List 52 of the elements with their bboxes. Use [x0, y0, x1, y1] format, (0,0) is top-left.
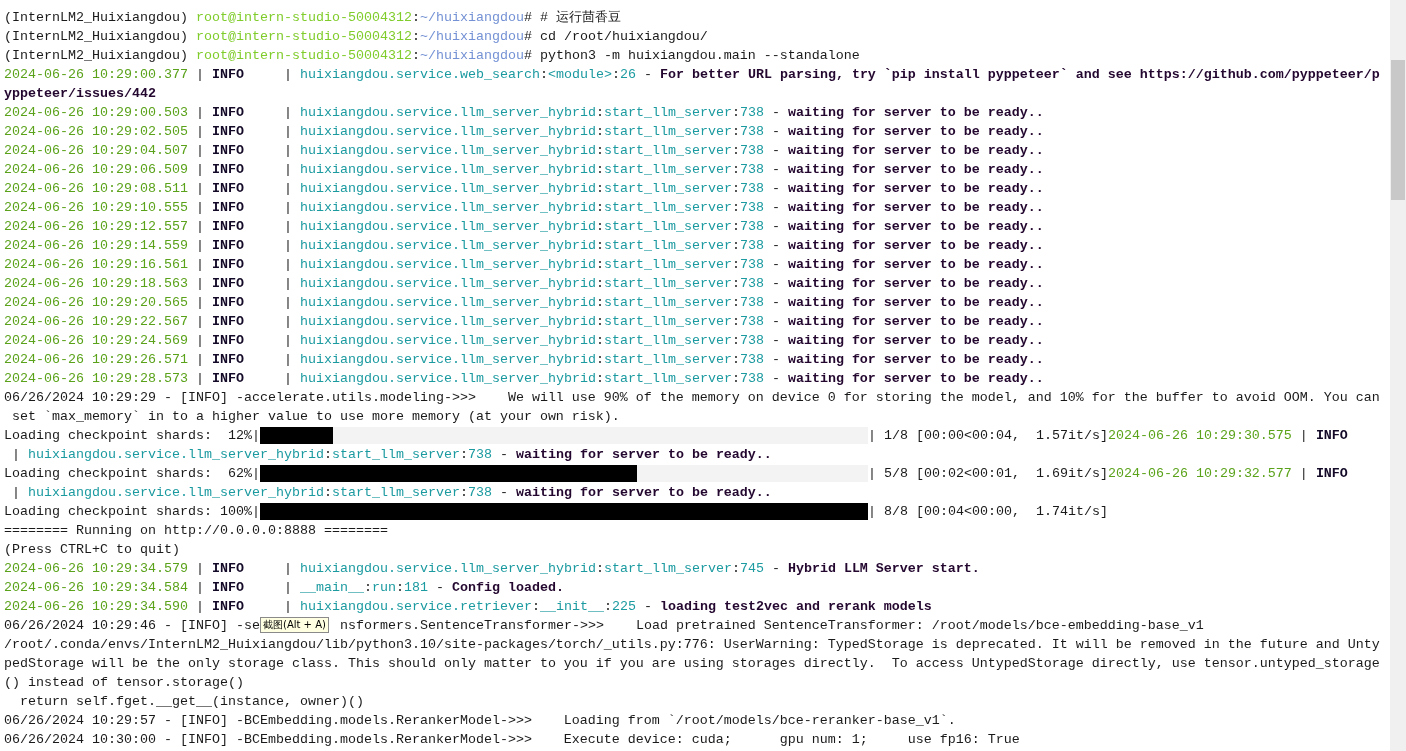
terminal-line: (InternLM2_Huixiangdou) root@intern-studio-50004312:~/huixiangdou# cd /root/huixiangdou/ [4, 28, 709, 46]
log-text: 2024-06-26 10:29:32.577 [1107, 465, 1292, 483]
terminal-line: 2024-06-26 10:29:02.505 | INFO | huixiangdou.service.llm_server_hybrid:start_llm_server:738 - waiting for server to be ready.. [4, 123, 1045, 141]
log-text: Loading checkpoint shards: 62%| [4, 465, 260, 483]
terminal-line: 2024-06-26 10:29:04.507 | INFO | huixiangdou.service.llm_server_hybrid:start_llm_server:738 - waiting for server to be ready.. [4, 142, 1045, 160]
terminal-line: return self.fget.__get__(instance, owner)() [19, 693, 365, 711]
terminal-line: yppeteer/issues/442 [4, 85, 157, 103]
terminal-line: 2024-06-26 10:29:34.579 | INFO | huixiangdou.service.llm_server_hybrid:start_llm_server:745 - Hybrid LLM Server start. [4, 560, 981, 578]
terminal-line: (InternLM2_Huixiangdou) root@intern-studio-50004312:~/huixiangdou# # 运行茴香豆 [4, 9, 622, 27]
terminal-line: 06/26/2024 10:29:57 - [INFO] -BCEmbedding.models.RerankerModel->>> Loading from `/root/models/bce-reranker-base_v1`. [4, 712, 957, 730]
terminal-line: 06/26/2024 10:30:00 - [INFO] -BCEmbedding.models.RerankerModel->>> Execute device: cuda; gpu num: 1; use fp16: True [4, 731, 1021, 749]
terminal-line: 2024-06-26 10:29:16.561 | INFO | huixiangdou.service.llm_server_hybrid:start_llm_server:738 - waiting for server to be ready.. [4, 256, 1045, 274]
scrollbar-thumb[interactable] [1391, 60, 1405, 200]
terminal-line: 2024-06-26 10:29:14.559 | INFO | huixiangdou.service.llm_server_hybrid:start_llm_server:738 - waiting for server to be ready.. [4, 237, 1045, 255]
tooltip: 截图(Alt + A) [260, 617, 329, 633]
terminal-line: 2024-06-26 10:29:26.571 | INFO | huixiangdou.service.llm_server_hybrid:start_llm_server:738 - waiting for server to be ready.. [4, 351, 1045, 369]
terminal-line: 2024-06-26 10:29:12.557 | INFO | huixiangdou.service.llm_server_hybrid:start_llm_server:738 - waiting for server to be ready.. [4, 218, 1045, 236]
terminal-line: | huixiangdou.service.llm_server_hybrid:start_llm_server:738 - waiting for server to be ready.. [11, 446, 773, 464]
terminal-line: (Press CTRL+C to quit) [4, 541, 181, 559]
terminal-line: 2024-06-26 10:29:00.503 | INFO | huixiangdou.service.llm_server_hybrid:start_llm_server:738 - waiting for server to be ready.. [4, 104, 1045, 122]
terminal-line: 2024-06-26 10:29:10.555 | INFO | huixiangdou.service.llm_server_hybrid:start_llm_server:738 - waiting for server to be ready.. [4, 199, 1045, 217]
terminal-line: 2024-06-26 10:29:24.569 | INFO | huixiangdou.service.llm_server_hybrid:start_llm_server:738 - waiting for server to be ready.. [4, 332, 1045, 350]
terminal-line: () instead of tensor.storage() [4, 674, 245, 692]
log-text: Loading checkpoint shards: 12%| [4, 427, 260, 445]
log-text: INFO [1315, 427, 1348, 445]
log-text: 06/26/2024 10:29:46 - [INFO] -se [4, 617, 260, 635]
log-text: | [1298, 427, 1309, 445]
terminal-line: 2024-06-26 10:29:08.511 | INFO | huixiangdou.service.llm_server_hybrid:start_llm_server:738 - waiting for server to be ready.. [4, 180, 1045, 198]
terminal-line: 2024-06-26 10:29:22.567 | INFO | huixiangdou.service.llm_server_hybrid:start_llm_server:738 - waiting for server to be ready.. [4, 313, 1045, 331]
log-text: | 8/8 [00:04<00:00, 1.74it/s] [867, 503, 1108, 521]
terminal-line: (InternLM2_Huixiangdou) root@intern-studio-50004312:~/huixiangdou# python3 -m huixiangdou.main --standalone [4, 47, 861, 65]
log-text: | [1298, 465, 1309, 483]
log-text: Loading checkpoint shards: 100%| [4, 503, 260, 521]
terminal-line: 2024-06-26 10:29:20.565 | INFO | huixiangdou.service.llm_server_hybrid:start_llm_server:738 - waiting for server to be ready.. [4, 294, 1045, 312]
terminal-line: 2024-06-26 10:29:00.377 | INFO | huixiangdou.service.web_search:<module>:26 - For better URL parsing, try `pip install pyppeteer` and see https://github.com/pyppeteer/p [4, 66, 1381, 84]
terminal-line: pedStorage will be the only storage class. This should only matter to you if you are using storages directly. To access UntypedStorage directly, use tensor.untyped_storage [4, 655, 1381, 673]
terminal-line: set `max_memory` in to a higher value to use more memory (at your own risk). [11, 408, 621, 426]
terminal-line: ======== Running on http://0.0.0.0:8888 ======== [4, 522, 389, 540]
terminal-line: 2024-06-26 10:29:18.563 | INFO | huixiangdou.service.llm_server_hybrid:start_llm_server:738 - waiting for server to be ready.. [4, 275, 1045, 293]
log-text: | 1/8 [00:00<00:04, 1.57it/s] [867, 427, 1108, 445]
terminal-line: 2024-06-26 10:29:34.590 | INFO | huixiangdou.service.retriever:__init__:225 - loading test2vec and rerank models [4, 598, 933, 616]
terminal-line: 2024-06-26 10:29:28.573 | INFO | huixiangdou.service.llm_server_hybrid:start_llm_server:738 - waiting for server to be ready.. [4, 370, 1045, 388]
log-text: | 5/8 [00:02<00:01, 1.69it/s] [867, 465, 1108, 483]
log-text: 2024-06-26 10:29:30.575 [1107, 427, 1292, 445]
scrollbar[interactable] [1390, 0, 1406, 751]
log-text: INFO [1315, 465, 1348, 483]
terminal-line: 2024-06-26 10:29:34.584 | INFO | __main__:run:181 - Config loaded. [4, 579, 565, 597]
terminal-line: | huixiangdou.service.llm_server_hybrid:start_llm_server:738 - waiting for server to be ready.. [11, 484, 773, 502]
terminal-line: 06/26/2024 10:29:29 - [INFO] -accelerate.utils.modeling->>> We will use 90% of the memory on device 0 for storing the model, and 10% for the buffer to avoid OOM. You can [4, 389, 1381, 407]
terminal-line: 2024-06-26 10:29:06.509 | INFO | huixiangdou.service.llm_server_hybrid:start_llm_server:738 - waiting for server to be ready.. [4, 161, 1045, 179]
log-text: nsformers.SentenceTransformer->>> Load pretrained SentenceTransformer: /root/models/bce-embedding-base_v1 [339, 617, 1204, 635]
terminal-line: /root/.conda/envs/InternLM2_Huixiangdou/lib/python3.10/site-packages/torch/_utils.py:776: UserWarning: TypedStorage is deprecated. It will be removed in the future and Unty [4, 636, 1381, 654]
